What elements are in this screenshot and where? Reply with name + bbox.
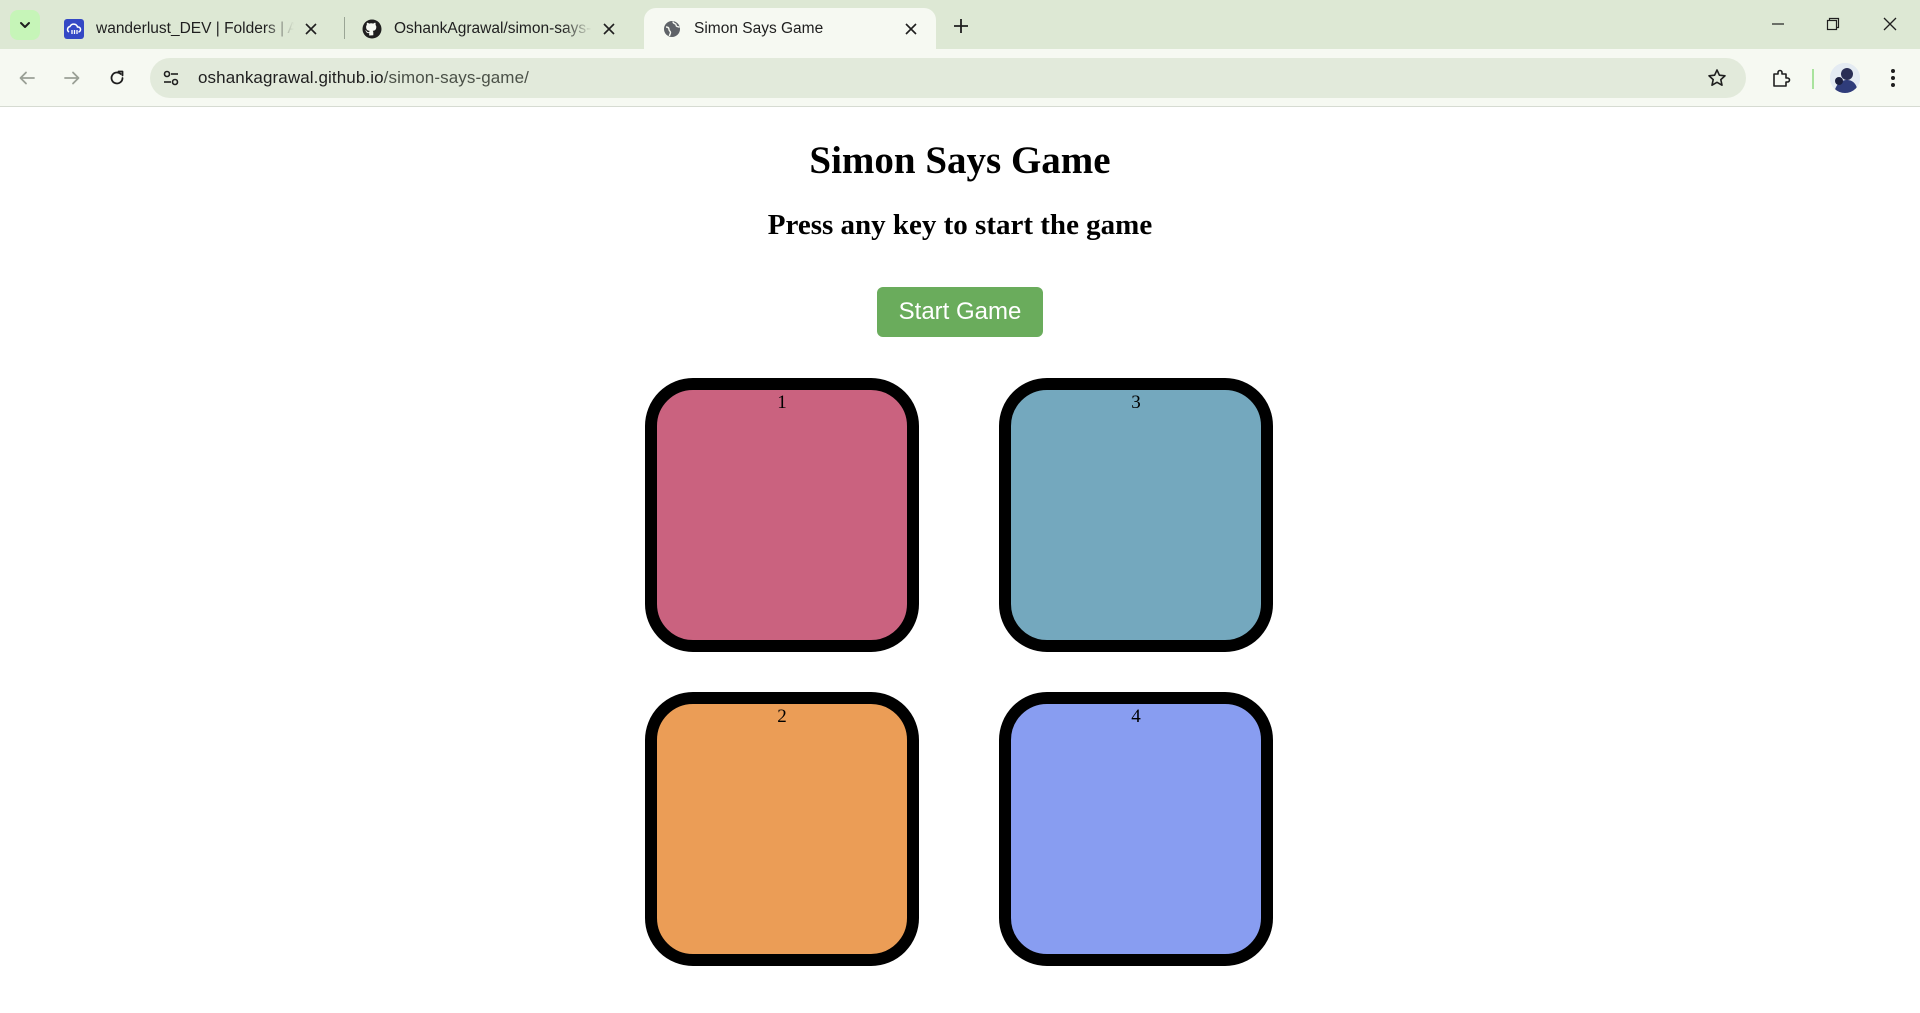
site-info-button[interactable]	[154, 61, 188, 95]
restore-icon	[1826, 17, 1840, 31]
browser-toolbar: oshankagrawal.github.io/simon-says-game/	[0, 49, 1920, 107]
reload-button[interactable]	[100, 61, 134, 95]
url-path: /simon-says-game/	[383, 68, 529, 87]
minimize-icon	[1772, 23, 1784, 25]
close-window-button[interactable]	[1862, 0, 1918, 48]
cloudinary-icon	[64, 18, 84, 39]
toolbar-divider	[1812, 69, 1814, 89]
url-text[interactable]: oshankagrawal.github.io/simon-says-game/	[198, 68, 529, 88]
page-content: Simon Says Game Press any key to start t…	[0, 108, 1920, 1013]
more-vertical-icon	[1891, 69, 1895, 87]
forward-arrow-icon	[64, 71, 80, 85]
chevron-down-icon	[20, 22, 30, 28]
page-title: Simon Says Game	[809, 139, 1111, 182]
url-domain: oshankagrawal.github.io	[198, 68, 384, 87]
close-tab-icon[interactable]	[598, 18, 620, 40]
reload-icon	[110, 70, 124, 85]
extensions-button[interactable]	[1764, 61, 1798, 95]
globe-icon	[662, 19, 682, 39]
github-icon	[362, 19, 382, 39]
tab-github[interactable]: OshankAgrawal/simon-says-gam	[344, 8, 634, 49]
profile-avatar[interactable]	[1830, 63, 1860, 93]
tab-search-button[interactable]	[10, 10, 40, 40]
tab-title: OshankAgrawal/simon-says-gam	[394, 19, 592, 37]
back-arrow-icon	[19, 71, 35, 85]
close-tab-icon[interactable]	[300, 18, 322, 40]
close-tab-icon[interactable]	[900, 18, 922, 40]
menu-button[interactable]	[1876, 61, 1910, 95]
restore-button[interactable]	[1805, 0, 1861, 48]
start-game-button[interactable]: Start Game	[877, 287, 1043, 337]
box-number: 3	[1131, 392, 1141, 413]
avatar-image	[1830, 63, 1860, 93]
address-bar[interactable]: oshankagrawal.github.io/simon-says-game/	[150, 58, 1746, 98]
tab-strip: wanderlust_DEV | Folders | Asse OshankAg…	[0, 0, 1920, 49]
minimize-button[interactable]	[1750, 0, 1806, 48]
tab-wanderlust[interactable]: wanderlust_DEV | Folders | Asse	[46, 8, 336, 49]
new-tab-button[interactable]	[946, 11, 976, 41]
box-number: 2	[777, 706, 787, 727]
game-box-blue[interactable]: 4	[999, 692, 1273, 966]
bookmark-button[interactable]	[1700, 61, 1734, 95]
puzzle-piece-icon	[1773, 69, 1791, 87]
tab-title: wanderlust_DEV | Folders | Asse	[96, 19, 294, 37]
game-box-red[interactable]: 1	[645, 378, 919, 652]
tune-icon	[163, 70, 179, 86]
tab-simon-says[interactable]: Simon Says Game	[644, 8, 936, 49]
tab-title: Simon Says Game	[694, 19, 824, 37]
star-icon	[1708, 69, 1726, 86]
box-number: 1	[777, 392, 787, 413]
game-box-teal[interactable]: 3	[999, 378, 1273, 652]
game-status-heading: Press any key to start the game	[767, 209, 1153, 241]
plus-icon	[954, 19, 968, 33]
box-number: 4	[1131, 706, 1141, 727]
back-button[interactable]	[10, 61, 44, 95]
close-icon	[1883, 17, 1897, 31]
forward-button[interactable]	[55, 61, 89, 95]
game-box-orange[interactable]: 2	[645, 692, 919, 966]
